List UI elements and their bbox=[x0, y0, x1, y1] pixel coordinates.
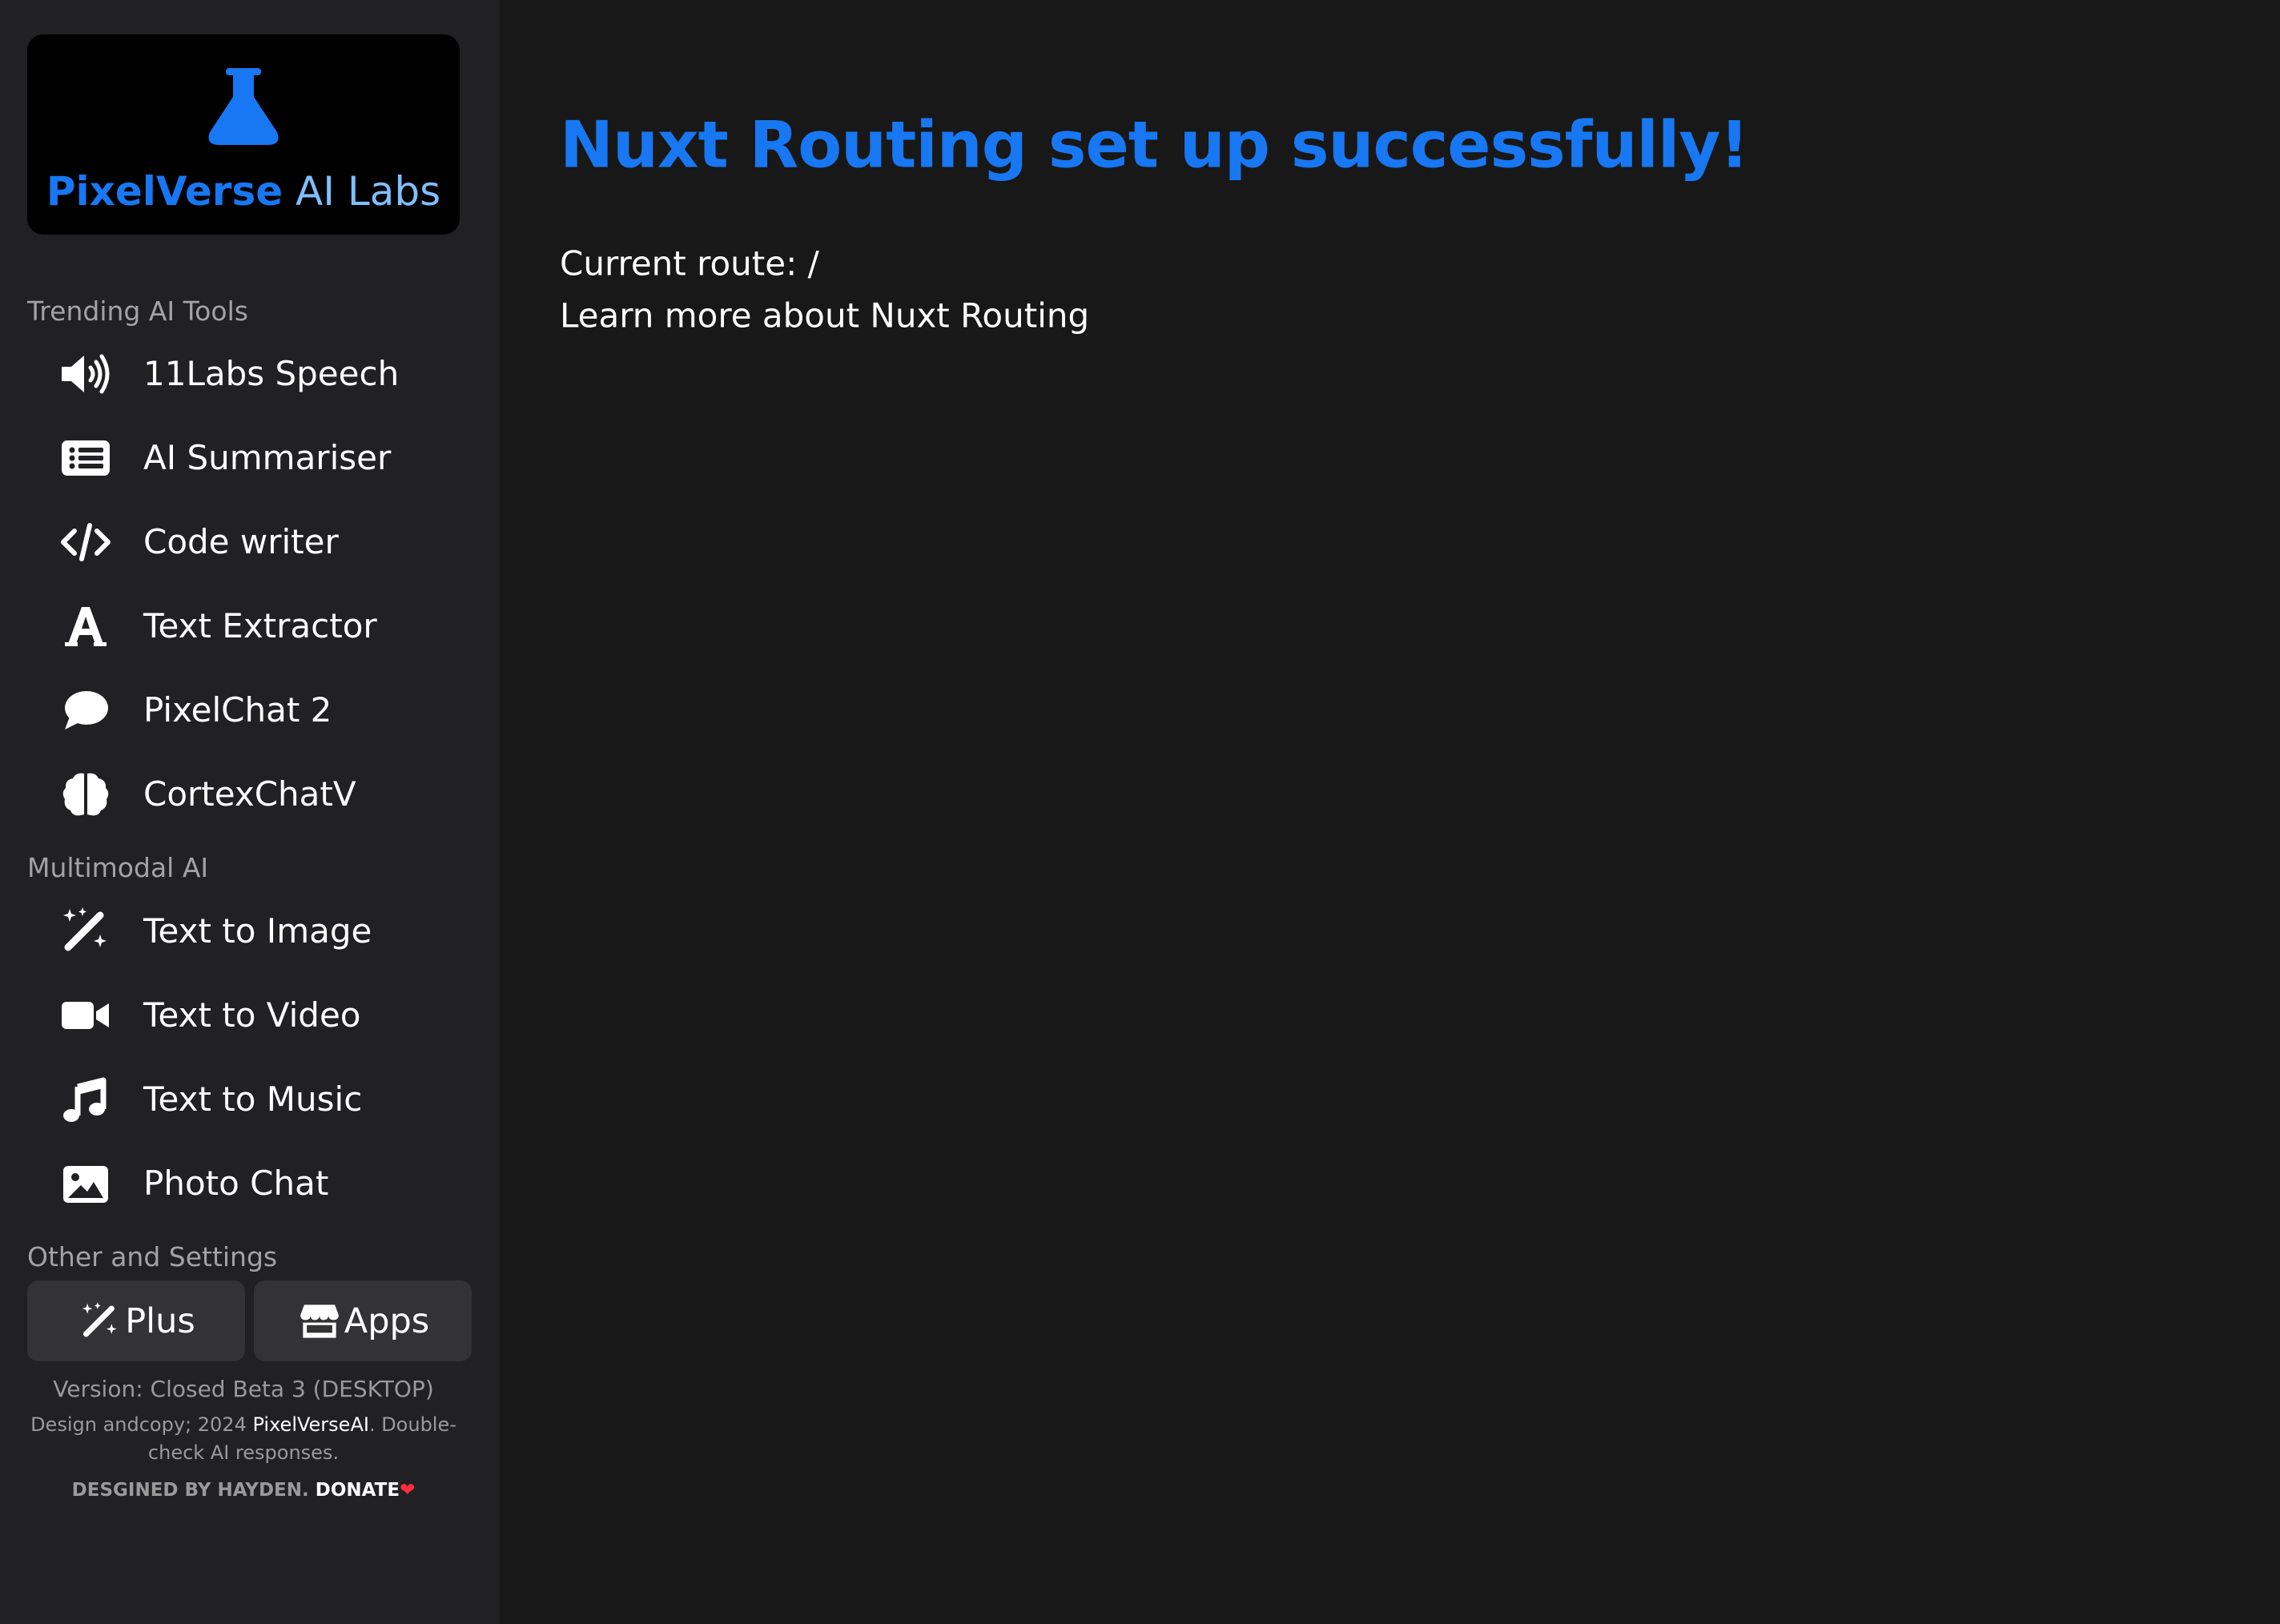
font-icon bbox=[42, 585, 130, 668]
copyright-text: Design andcopy; 2024 PixelVerseAI. Doubl… bbox=[19, 1411, 468, 1467]
video-camera-icon bbox=[42, 974, 130, 1057]
section-label-trending: Trending AI Tools bbox=[27, 295, 248, 327]
page-title: Nuxt Routing set up successfully! bbox=[560, 107, 1749, 183]
version-text: Version: Closed Beta 3 (DESKTOP) bbox=[53, 1376, 434, 1402]
section-label-other: Other and Settings bbox=[27, 1241, 278, 1272]
logo-card[interactable]: PixelVerse AI Labs bbox=[27, 34, 460, 235]
code-icon bbox=[42, 500, 130, 584]
list-icon bbox=[42, 416, 130, 500]
nav-item-label: PixelChat 2 bbox=[143, 690, 332, 730]
section-label-multimodal: Multimodal AI bbox=[27, 852, 209, 883]
nav-item-code-writer[interactable]: Code writer bbox=[27, 500, 472, 584]
nav-item-label: Text to Image bbox=[143, 911, 372, 951]
nav-item-text-to-image[interactable]: Text to Image bbox=[27, 890, 472, 973]
designer-credit: DESGINED BY HAYDEN. bbox=[71, 1480, 316, 1501]
brain-icon bbox=[42, 753, 130, 836]
nav-item-photo-chat[interactable]: Photo Chat bbox=[27, 1142, 472, 1225]
nav-item-label: AI Summariser bbox=[143, 438, 392, 477]
nav-item-label: CortexChatV bbox=[143, 774, 356, 814]
donate-link[interactable]: DONATE bbox=[316, 1480, 400, 1501]
nav-item-label: Text to Music bbox=[143, 1079, 363, 1119]
learn-more-link[interactable]: Learn more about Nuxt Routing bbox=[560, 296, 1089, 336]
plus-button[interactable]: Plus bbox=[27, 1280, 245, 1361]
nav-item-pixelchat-2[interactable]: PixelChat 2 bbox=[27, 669, 472, 752]
logo-suffix: AI Labs bbox=[283, 168, 441, 215]
heart-icon: ❤ bbox=[400, 1480, 416, 1501]
music-note-icon bbox=[42, 1058, 130, 1141]
nav-item-label: Text Extractor bbox=[143, 606, 377, 645]
logo-title: PixelVerse AI Labs bbox=[27, 163, 460, 219]
current-route-text: Current route: / bbox=[560, 243, 819, 283]
nav-item-ai-summariser[interactable]: AI Summariser bbox=[27, 416, 472, 500]
nav-item-label: Code writer bbox=[143, 522, 339, 561]
copyright-prefix: Design andcopy; 2024 bbox=[30, 1413, 253, 1436]
apps-button[interactable]: Apps bbox=[254, 1280, 472, 1361]
credits-text: DESGINED BY HAYDEN. DONATE❤ bbox=[0, 1480, 487, 1501]
logo-brand: PixelVerse bbox=[46, 168, 283, 215]
nav-item-label: Text to Video bbox=[143, 995, 361, 1035]
plus-button-label: Plus bbox=[125, 1300, 195, 1341]
magic-wand-icon bbox=[82, 1301, 117, 1337]
flask-icon bbox=[208, 68, 279, 145]
store-icon bbox=[300, 1304, 339, 1338]
apps-button-label: Apps bbox=[344, 1300, 430, 1341]
sidebar: PixelVerse AI Labs Trending AI Tools 11L… bbox=[0, 0, 500, 1624]
app-root: PixelVerse AI Labs Trending AI Tools 11L… bbox=[0, 0, 2280, 1624]
pixelverseai-link[interactable]: PixelVerseAI bbox=[252, 1413, 368, 1436]
chat-bubble-icon bbox=[42, 669, 130, 752]
nav-item-11labs-speech[interactable]: 11Labs Speech bbox=[27, 332, 472, 416]
nav-item-text-extractor[interactable]: Text Extractor bbox=[27, 585, 472, 668]
nav-item-label: Photo Chat bbox=[143, 1164, 329, 1203]
image-icon bbox=[42, 1142, 130, 1225]
nav-item-text-to-music[interactable]: Text to Music bbox=[27, 1058, 472, 1141]
magic-wand-icon bbox=[42, 890, 130, 973]
volume-icon bbox=[42, 332, 130, 416]
nav-item-label: 11Labs Speech bbox=[143, 354, 400, 393]
nav-item-text-to-video[interactable]: Text to Video bbox=[27, 974, 472, 1057]
nav-item-cortexchatv[interactable]: CortexChatV bbox=[27, 753, 472, 836]
